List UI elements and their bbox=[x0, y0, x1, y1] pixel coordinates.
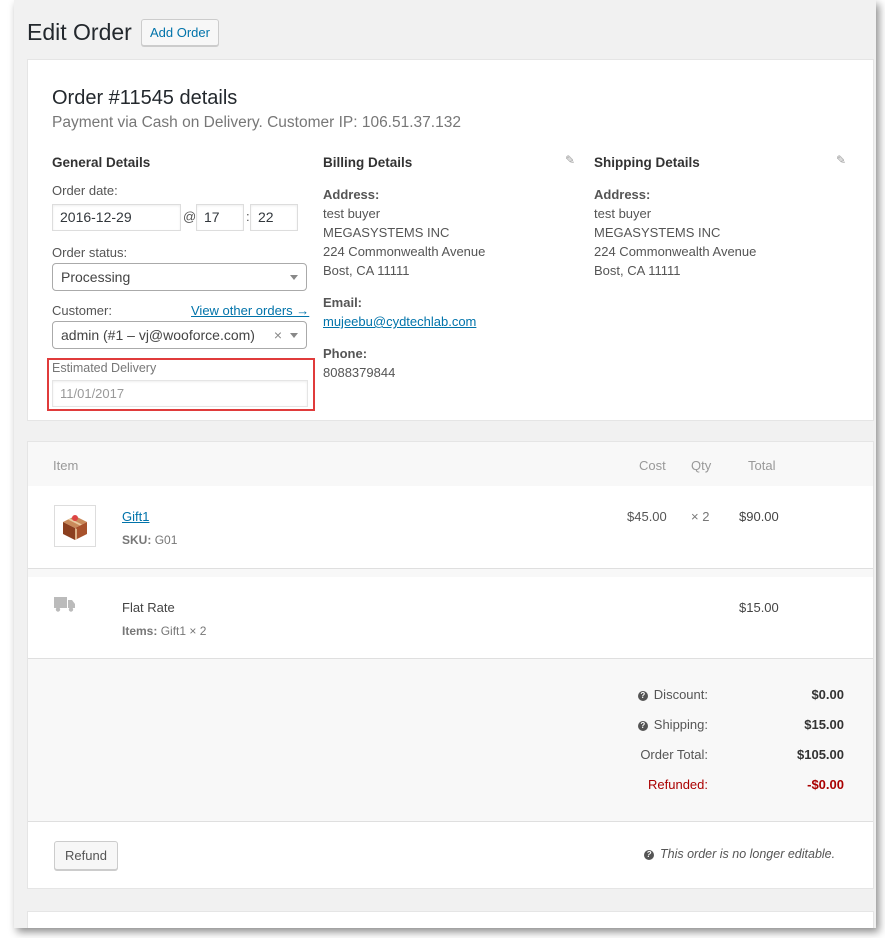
sku-label: SKU: bbox=[122, 533, 152, 547]
shipping-items-value: Gift1 × 2 bbox=[160, 624, 207, 638]
order-items-panel: Item Cost Qty Total Gift1 SKU: G01 $45.0… bbox=[27, 441, 874, 889]
at-sign: @ bbox=[183, 209, 197, 224]
chevron-down-icon bbox=[290, 275, 298, 280]
billing-address-line: 224 Commonwealth Avenue bbox=[323, 244, 486, 259]
next-panel bbox=[27, 911, 874, 928]
shipping-items: Items: Gift1 × 2 bbox=[122, 624, 206, 638]
billing-email-label: Email: bbox=[323, 295, 363, 310]
item-column-header: Item bbox=[53, 458, 79, 473]
product-link[interactable]: Gift1 bbox=[122, 509, 149, 524]
cost-column-header: Cost bbox=[639, 458, 666, 473]
clear-customer-icon[interactable]: × bbox=[274, 322, 282, 348]
billing-address-line: MEGASYSTEMS INC bbox=[323, 225, 450, 240]
order-date-label: Order date: bbox=[52, 183, 118, 198]
order-status-value: Processing bbox=[61, 269, 131, 285]
product-qty: × 2 bbox=[691, 509, 710, 524]
product-sku: SKU: G01 bbox=[122, 533, 177, 547]
view-other-orders-link[interactable]: View other orders → bbox=[191, 303, 309, 318]
order-total-value: $105.00 bbox=[797, 747, 844, 762]
estimated-delivery-input[interactable]: 11/01/2017 bbox=[52, 380, 308, 407]
billing-details-title: Billing Details bbox=[323, 155, 413, 170]
shipping-total-label: ? Shipping: bbox=[508, 717, 708, 732]
discount-value: $0.00 bbox=[811, 687, 844, 702]
customer-label: Customer: bbox=[52, 303, 112, 318]
billing-phone: 8088379844 bbox=[323, 365, 396, 380]
discount-label: ? Discount: bbox=[508, 687, 708, 702]
order-heading: Order #11545 details bbox=[52, 87, 238, 109]
refund-button[interactable]: Refund bbox=[54, 841, 118, 870]
shipping-address-line: Bost, CA 11111 bbox=[594, 263, 681, 278]
help-icon[interactable]: ? bbox=[637, 721, 648, 731]
product-total: $90.00 bbox=[739, 509, 779, 524]
qty-column-header: Qty bbox=[691, 458, 712, 473]
add-order-button[interactable]: Add Order bbox=[141, 19, 219, 46]
shipping-address-line: MEGASYSTEMS INC bbox=[594, 225, 721, 240]
edit-billing-pencil-icon[interactable]: ✎ bbox=[565, 153, 575, 167]
truck-icon bbox=[54, 595, 76, 618]
billing-email-link[interactable]: mujeebu@cydtechlab.com bbox=[323, 314, 476, 329]
estimated-delivery-label: Estimated Delivery bbox=[52, 361, 157, 375]
items-table-header: Item Cost Qty Total bbox=[28, 442, 873, 486]
help-icon: ? bbox=[644, 850, 654, 860]
divider bbox=[28, 569, 873, 577]
help-icon[interactable]: ? bbox=[637, 691, 648, 701]
order-date-input[interactable]: 2016-12-29 bbox=[52, 204, 181, 231]
product-thumbnail bbox=[54, 505, 96, 547]
order-details-panel: Order #11545 details Payment via Cash on… bbox=[27, 59, 874, 421]
refunded-value: -$0.00 bbox=[807, 777, 844, 792]
sku-value: G01 bbox=[154, 533, 178, 547]
shipping-line-total: $15.00 bbox=[739, 600, 779, 615]
customer-select[interactable]: admin (#1 – vj@wooforce.com) × bbox=[52, 321, 307, 349]
shipping-method-name: Flat Rate bbox=[122, 600, 175, 615]
order-hour-input[interactable]: 17 bbox=[196, 204, 244, 231]
window-frame: Edit Order Add Order Order #11545 detail… bbox=[14, 0, 876, 928]
general-details-title: General Details bbox=[52, 155, 151, 170]
refunded-label: Refunded: bbox=[648, 777, 708, 792]
order-totals: ? Discount: $0.00 ? Shipping: $15.00 Order… bbox=[28, 659, 873, 821]
order-subtitle: Payment via Cash on Delivery. Customer I… bbox=[52, 114, 461, 131]
customer-value: admin (#1 – vj@wooforce.com) bbox=[61, 327, 255, 343]
order-status-label: Order status: bbox=[52, 245, 128, 260]
shipping-details-title: Shipping Details bbox=[594, 155, 700, 170]
order-minute-input[interactable]: 22 bbox=[250, 204, 298, 231]
not-editable-note: ? This order is no longer editable. bbox=[644, 847, 835, 861]
page-title: Edit Order bbox=[27, 19, 132, 45]
shipping-total-value: $15.00 bbox=[804, 717, 844, 732]
order-total-label: Order Total: bbox=[640, 747, 708, 762]
chevron-down-icon bbox=[290, 333, 298, 338]
shipping-items-label: Items: bbox=[122, 624, 158, 638]
gift-box-icon bbox=[63, 515, 87, 540]
billing-address-line: test buyer bbox=[323, 206, 381, 221]
product-cost: $45.00 bbox=[627, 509, 667, 524]
shipping-address-line: 224 Commonwealth Avenue bbox=[594, 244, 757, 259]
billing-phone-label: Phone: bbox=[323, 346, 368, 361]
billing-address-label: Address: bbox=[323, 187, 380, 202]
shipping-address-label: Address: bbox=[594, 187, 651, 202]
divider bbox=[28, 821, 873, 822]
billing-address-line: Bost, CA 11111 bbox=[323, 263, 410, 278]
edit-shipping-pencil-icon[interactable]: ✎ bbox=[836, 153, 846, 167]
order-status-select[interactable]: Processing bbox=[52, 263, 307, 291]
total-column-header: Total bbox=[748, 458, 776, 473]
shipping-address-line: test buyer bbox=[594, 206, 652, 221]
